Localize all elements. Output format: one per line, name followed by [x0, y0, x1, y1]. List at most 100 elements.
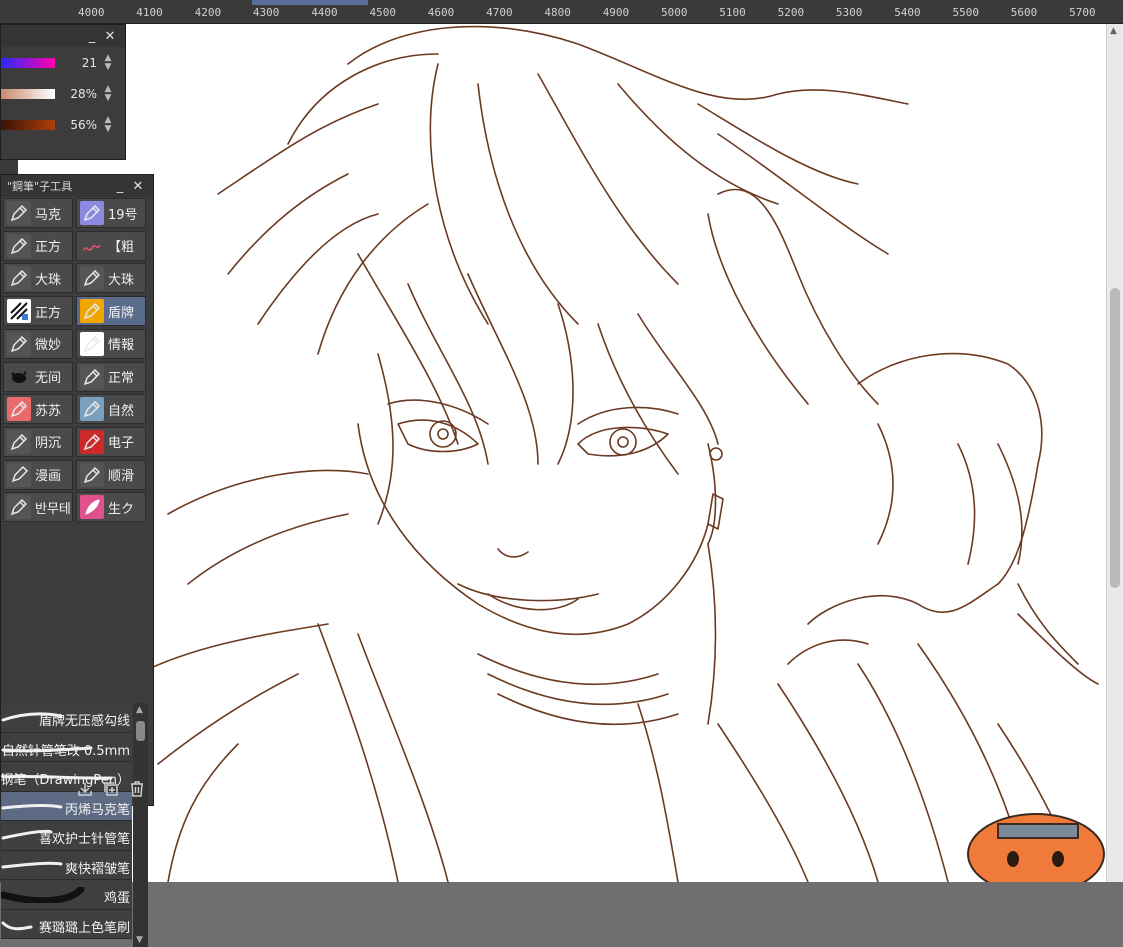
- sub-tool-item[interactable]: 大珠: [3, 263, 73, 294]
- sub-tool-item[interactable]: 苏苏: [3, 394, 73, 425]
- ruler-tick-label: 4600: [427, 6, 455, 19]
- pen-icon: [7, 397, 31, 422]
- ruler-tick-label: 4300: [252, 6, 280, 19]
- sub-tool-item[interactable]: 【粗: [76, 230, 146, 261]
- scroll-up-arrow-icon[interactable]: ▲: [136, 705, 143, 715]
- drawing-canvas[interactable]: [18, 24, 1106, 882]
- sub-tool-label: 반무테: [35, 501, 71, 517]
- sub-tool-item[interactable]: 微妙: [3, 328, 73, 359]
- sub-tool-label: 自然: [108, 403, 135, 419]
- brush-item[interactable]: 爽快褶皱笔: [1, 850, 132, 880]
- sub-tool-item[interactable]: 生ク: [76, 492, 146, 523]
- pen-icon: [80, 364, 104, 389]
- color-slider[interactable]: 21 ▲ ▼: [1, 47, 125, 78]
- sub-tool-label: 盾牌: [108, 305, 135, 321]
- sub-tool-label: 漫画: [35, 469, 62, 485]
- pen-icon: [80, 201, 104, 225]
- tool-panel-title: "鋼筆"子工具: [7, 180, 73, 193]
- ruler-tick-label: 4100: [136, 6, 163, 19]
- sub-tool-item[interactable]: 반무테: [3, 492, 73, 523]
- sub-tool-label: 大珠: [108, 272, 135, 288]
- texture-pen-icon: [7, 299, 31, 324]
- sub-tool-item[interactable]: 电子: [76, 426, 146, 457]
- ruler-tick-label: 5400: [894, 6, 921, 19]
- pen-icon: [7, 331, 31, 356]
- scroll-down-arrow-icon[interactable]: ▼: [136, 935, 143, 945]
- sub-tool-label: 19号: [108, 207, 138, 223]
- sub-tool-item[interactable]: 正方: [3, 296, 73, 327]
- brush-list-scrollbar[interactable]: ▲ ▼: [133, 703, 148, 947]
- brush-item[interactable]: 赛璐璐上色笔刷: [1, 909, 132, 939]
- brush-name: 盾牌无压感勾线: [38, 714, 130, 729]
- pen-icon: [7, 233, 31, 258]
- ruler-tick-label: 4200: [194, 6, 222, 19]
- ruler-tick-label: 4500: [369, 6, 397, 19]
- scroll-up-arrow-icon[interactable]: ▲: [1110, 26, 1117, 36]
- color-slider[interactable]: 56% ▲ ▼: [1, 109, 125, 140]
- sub-tool-item[interactable]: 阴沉: [3, 426, 73, 457]
- brush-item[interactable]: 盾牌无压感勾线: [1, 703, 132, 733]
- ruler-tick-label: 5700: [1069, 6, 1096, 19]
- sub-tool-item[interactable]: 19号: [76, 198, 146, 228]
- duplicate-icon[interactable]: [101, 779, 121, 799]
- sub-tool-label: 正方: [35, 240, 62, 256]
- ruler-tick-label: 4900: [602, 6, 630, 19]
- pen-icon: [80, 331, 104, 356]
- sub-tool-item[interactable]: 情報: [76, 328, 146, 359]
- spinner-icon[interactable]: ▲ ▼: [97, 53, 119, 72]
- pen-icon: [80, 429, 104, 454]
- ruler-highlight: [252, 0, 368, 5]
- brush-item[interactable]: 自然针管笔改 0.5mm: [1, 732, 132, 762]
- close-icon[interactable]: ✕: [101, 29, 119, 44]
- sub-tool-label: 微妙: [35, 338, 62, 354]
- pen-icon: [7, 495, 31, 520]
- brush-name: 爽快褶皱笔: [64, 861, 130, 877]
- color-slider[interactable]: 28% ▲ ▼: [1, 78, 125, 109]
- sub-tool-item[interactable]: 大珠: [76, 263, 146, 294]
- scroll-thumb[interactable]: [1110, 288, 1120, 588]
- sub-tool-item[interactable]: 自然: [76, 394, 146, 425]
- vertical-scrollbar[interactable]: ▲: [1106, 24, 1123, 882]
- slider-gradient-bar[interactable]: [1, 57, 55, 68]
- brush-item[interactable]: 鸡蛋: [1, 880, 132, 910]
- sub-tool-item[interactable]: 无间: [3, 361, 73, 392]
- sub-tool-item[interactable]: 盾牌: [76, 296, 146, 327]
- sub-tool-label: 生ク: [108, 501, 135, 517]
- close-icon[interactable]: ✕: [129, 179, 147, 194]
- spinner-icon[interactable]: ▲ ▼: [97, 115, 119, 134]
- pencil-icon: [7, 462, 31, 487]
- slider-gradient-bar[interactable]: [1, 119, 55, 130]
- spinner-icon[interactable]: ▲ ▼: [97, 84, 119, 103]
- ruler-tick-label: 5300: [835, 6, 863, 19]
- sub-tool-item[interactable]: 漫画: [3, 459, 73, 490]
- scroll-thumb[interactable]: [136, 721, 145, 741]
- ink-blot-icon: [7, 364, 31, 389]
- sub-tool-item[interactable]: 顺滑: [76, 459, 146, 490]
- top-ruler: 4000 4100 4200 4300 4400 4500 4600 4700 4800 4900…: [0, 0, 1123, 24]
- ruler-tick-label: 5500: [952, 6, 980, 19]
- ruler-tick-label: 4000: [78, 6, 105, 19]
- trash-icon[interactable]: [127, 779, 147, 799]
- color-slider-panel: _ ✕ 21 ▲ ▼ 28% ▲ ▼ 56% ▲ ▼: [0, 24, 126, 160]
- sub-tool-item[interactable]: 马克: [3, 198, 73, 228]
- ruler-tick-label: 4400: [311, 6, 338, 19]
- sub-tool-item[interactable]: 正方: [3, 230, 73, 261]
- minimize-icon[interactable]: _: [83, 29, 101, 44]
- slider-value: 28%: [70, 86, 97, 101]
- slider-gradient-bar[interactable]: [1, 88, 55, 99]
- pen-icon: [80, 462, 104, 487]
- mascot-sticker: [967, 813, 1105, 882]
- sub-tool-label: 正常: [108, 371, 135, 386]
- sub-tool-label: 顺滑: [108, 469, 135, 485]
- import-icon[interactable]: [75, 779, 95, 799]
- sub-tool-item[interactable]: 正常: [76, 361, 146, 392]
- minimize-icon[interactable]: _: [111, 179, 129, 194]
- sub-tool-label: 正方: [35, 305, 62, 321]
- slider-value: 56%: [70, 117, 97, 132]
- line-art: [137, 25, 1105, 882]
- sub-tool-label: 电子: [108, 436, 135, 452]
- pen-icon: [80, 299, 104, 324]
- brush-item[interactable]: 喜欢护士针管笔: [1, 821, 132, 851]
- sub-tool-label: 【粗: [108, 240, 135, 256]
- pen-icon: [7, 201, 31, 225]
